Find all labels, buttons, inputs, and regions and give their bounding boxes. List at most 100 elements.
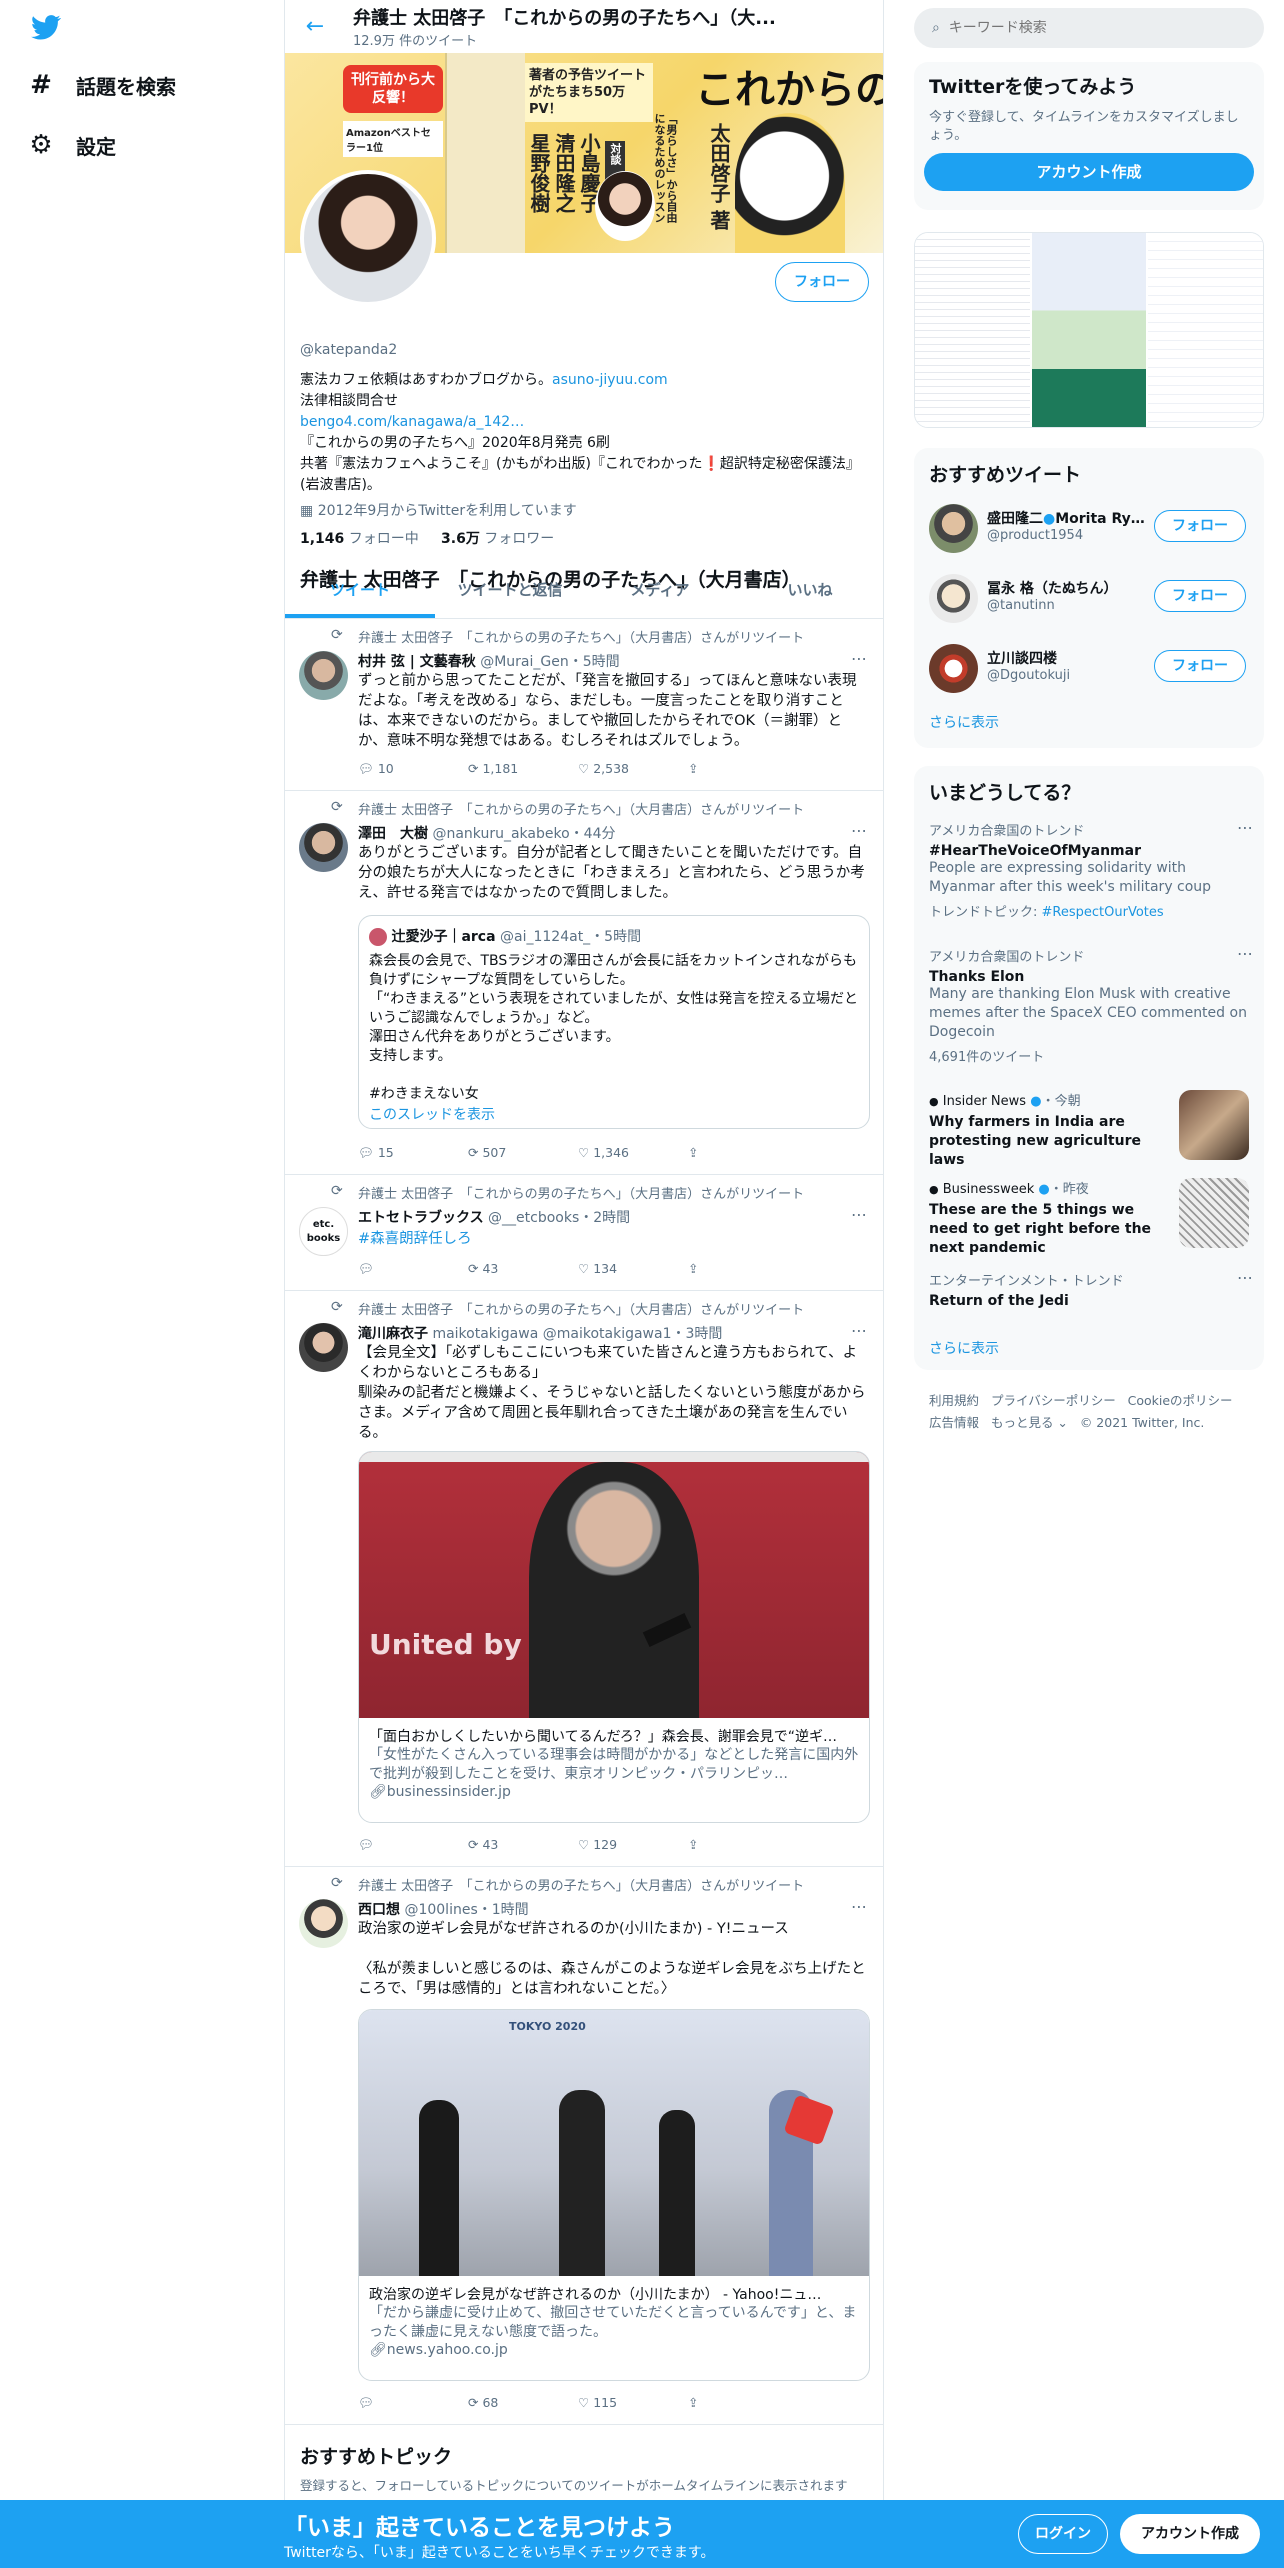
who-show-more[interactable]: さらに表示 <box>929 712 999 732</box>
reply-button[interactable]: 💬︎ <box>358 1837 468 1853</box>
tab-tweets[interactable]: ツイート <box>285 565 435 618</box>
trend-item-5[interactable]: エンターテインメント・トレンド Return of the Jedi ⋯ <box>929 1268 1253 1309</box>
quote-tweet[interactable]: 辻愛沙子｜arca @ai_1124at_・5時間 森会長の会見で、TBSラジオ… <box>358 915 870 1129</box>
trend-item-2[interactable]: アメリカ合衆国のトレンド Thanks Elon Many are thanki… <box>929 944 1253 1065</box>
author-handle[interactable]: maikotakigawa @maikotakigawa1 <box>432 1326 671 1342</box>
cookie-link[interactable]: Cookieのポリシー <box>1128 1393 1233 1408</box>
tab-media[interactable]: メディア <box>585 565 735 618</box>
more-icon[interactable]: ⋯ <box>1237 944 1253 963</box>
retweet-button[interactable]: ⟳ 68 <box>468 2395 578 2411</box>
tweet-2[interactable]: ⟳ 弁護士 太田啓子 「これからの男の子たちへ」（大月書店）さんがリツイート 澤… <box>285 791 883 1175</box>
like-button[interactable]: ♡ 115 <box>578 2395 688 2411</box>
signup-button[interactable]: アカウント作成 <box>924 153 1254 191</box>
tweet-1[interactable]: ⟳ 弁護士 太田啓子 「これからの男の子たちへ」（大月書店）さんがリツイート 村… <box>285 619 883 791</box>
media-thumb-2[interactable] <box>1031 233 1147 427</box>
tweet-4[interactable]: ⟳ 弁護士 太田啓子 「これからの男の子たちへ」（大月書店）さんがリツイート 滝… <box>285 1291 883 1867</box>
like-button[interactable]: ♡ 2,538 <box>578 761 688 777</box>
avatar[interactable] <box>299 1899 348 1948</box>
who-follow-button[interactable]: フォロー <box>1154 650 1246 682</box>
bio-link-1[interactable]: asuno-jiyuu.com <box>552 372 668 388</box>
trend-extra-link[interactable]: #RespectOurVotes <box>1042 905 1164 920</box>
media-thumb-1[interactable] <box>915 233 1030 427</box>
author-handle[interactable]: @nankuru_akabeko <box>432 826 569 842</box>
ads-link[interactable]: 広告情報 <box>929 1415 979 1430</box>
like-button[interactable]: ♡ 1,346 <box>578 1145 688 1161</box>
more-icon[interactable]: ⋯ <box>851 1321 867 1340</box>
who-user-3[interactable]: 立川談四楼 @Dgoutokuji フォロー <box>929 640 1249 698</box>
footer-signup-button[interactable]: アカウント作成 <box>1120 2514 1260 2554</box>
avatar[interactable] <box>299 823 348 872</box>
share-button[interactable]: ⇪ <box>688 1145 798 1161</box>
more-icon[interactable]: ⋯ <box>851 1897 867 1916</box>
nav-explore[interactable]: # 話題を検索 <box>28 70 176 100</box>
back-arrow-icon[interactable]: ← <box>295 14 335 39</box>
tweet-time[interactable]: ・3時間 <box>672 1326 723 1342</box>
privacy-link[interactable]: プライバシーポリシー <box>991 1393 1116 1408</box>
share-button[interactable]: ⇪ <box>688 2395 798 2411</box>
author-name[interactable]: 村井 弦 | 文藝春秋 <box>358 654 476 670</box>
followers-link[interactable]: 3.6万 フォロワー <box>441 531 554 547</box>
link-card[interactable]: TOKYO 2020 政治家の逆ギレ会見がなぜ許されるのか（小川たまか） - Y… <box>358 2009 870 2381</box>
author-name[interactable]: 西口想 <box>358 1902 400 1918</box>
more-icon[interactable]: ⋯ <box>851 821 867 840</box>
more-icon[interactable]: ⋯ <box>851 649 867 668</box>
trend-item-1[interactable]: アメリカ合衆国のトレンド #HearTheVoiceOfMyanmar Peop… <box>929 818 1253 920</box>
login-button[interactable]: ログイン <box>1018 2514 1108 2554</box>
more-icon[interactable]: ⋯ <box>1237 1268 1253 1287</box>
trend-item-4[interactable]: ● Businessweek ●・昨夜 These are the 5 thin… <box>929 1178 1249 1256</box>
tweet-5[interactable]: ⟳ 弁護士 太田啓子 「これからの男の子たちへ」（大月書店）さんがリツイート 西… <box>285 1867 883 2425</box>
tweet-time[interactable]: ・5時間 <box>569 654 620 670</box>
media-thumb-3[interactable] <box>1148 233 1263 427</box>
tweet-time[interactable]: ・1時間 <box>478 1902 529 1918</box>
tab-tweets-replies[interactable]: ツイートと返信 <box>435 565 585 618</box>
reply-button[interactable]: 💬︎ 15 <box>358 1145 468 1161</box>
twitter-logo-icon[interactable] <box>28 12 64 42</box>
avatar[interactable] <box>929 504 978 553</box>
tweet-time[interactable]: ・2時間 <box>579 1210 630 1226</box>
retweet-button[interactable]: ⟳ 1,181 <box>468 761 578 777</box>
author-name[interactable]: 澤田 大樹 <box>358 826 428 842</box>
tweet-time[interactable]: ・44分 <box>570 826 616 842</box>
avatar[interactable] <box>299 1323 348 1372</box>
profile-follow-button[interactable]: フォロー <box>775 262 869 302</box>
retweet-button[interactable]: ⟳ 43 <box>468 1837 578 1853</box>
profile-avatar[interactable] <box>300 170 436 306</box>
following-link[interactable]: 1,146 フォロー中 <box>300 531 419 547</box>
like-button[interactable]: ♡ 129 <box>578 1837 688 1853</box>
search-bar[interactable]: ⌕ <box>914 8 1264 48</box>
show-thread-link[interactable]: このスレッドを表示 <box>369 1104 859 1124</box>
tweet-3[interactable]: ⟳ 弁護士 太田啓子 「これからの男の子たちへ」（大月書店）さんがリツイート e… <box>285 1175 883 1291</box>
author-handle[interactable]: @__etcbooks <box>488 1210 579 1226</box>
reply-button[interactable]: 💬︎ <box>358 1261 468 1277</box>
share-button[interactable]: ⇪ <box>688 1261 798 1277</box>
nav-settings[interactable]: ⚙ 設定 <box>28 130 116 160</box>
author-name[interactable]: エトセトラブックス <box>358 1210 484 1226</box>
share-button[interactable]: ⇪ <box>688 761 798 777</box>
avatar[interactable]: etc. books <box>299 1207 348 1256</box>
link-card[interactable]: United by E 「面白おかしくしたいから聞いてるんだろ？」森会長、謝罪会… <box>358 1451 870 1823</box>
more-link[interactable]: もっと見る ⌄ <box>991 1415 1068 1430</box>
trends-show-more[interactable]: さらに表示 <box>929 1338 999 1358</box>
hashtag-link[interactable]: #森喜朗辞任しろ <box>358 1229 870 1249</box>
reply-button[interactable]: 💬︎ 10 <box>358 761 468 777</box>
bio-link-2[interactable]: bengo4.com/kanagawa/a_142… <box>300 412 870 433</box>
avatar[interactable] <box>299 651 348 700</box>
more-icon[interactable]: ⋯ <box>1237 818 1253 837</box>
terms-link[interactable]: 利用規約 <box>929 1393 979 1408</box>
avatar[interactable] <box>929 644 978 693</box>
author-handle[interactable]: @Murai_Gen <box>480 654 569 670</box>
media-grid[interactable] <box>914 232 1264 428</box>
retweet-button[interactable]: ⟳ 507 <box>468 1145 578 1161</box>
search-input[interactable] <box>948 20 1229 36</box>
retweet-button[interactable]: ⟳ 43 <box>468 1261 578 1277</box>
who-follow-button[interactable]: フォロー <box>1154 580 1246 612</box>
author-name[interactable]: 滝川麻衣子 <box>358 1326 428 1342</box>
trend-item-3[interactable]: ● Insider News ●・今朝 Why farmers in India… <box>929 1090 1249 1168</box>
author-handle[interactable]: @100lines <box>404 1902 477 1918</box>
who-user-2[interactable]: 冨永 格（たぬちん） @tanutinn フォロー <box>929 570 1249 628</box>
who-user-1[interactable]: 盛田隆二●Morita Ry… @product1954 フォロー <box>929 500 1249 558</box>
like-button[interactable]: ♡ 134 <box>578 1261 688 1277</box>
reply-button[interactable]: 💬︎ <box>358 2395 468 2411</box>
tab-likes[interactable]: いいね <box>735 565 883 618</box>
share-button[interactable]: ⇪ <box>688 1837 798 1853</box>
